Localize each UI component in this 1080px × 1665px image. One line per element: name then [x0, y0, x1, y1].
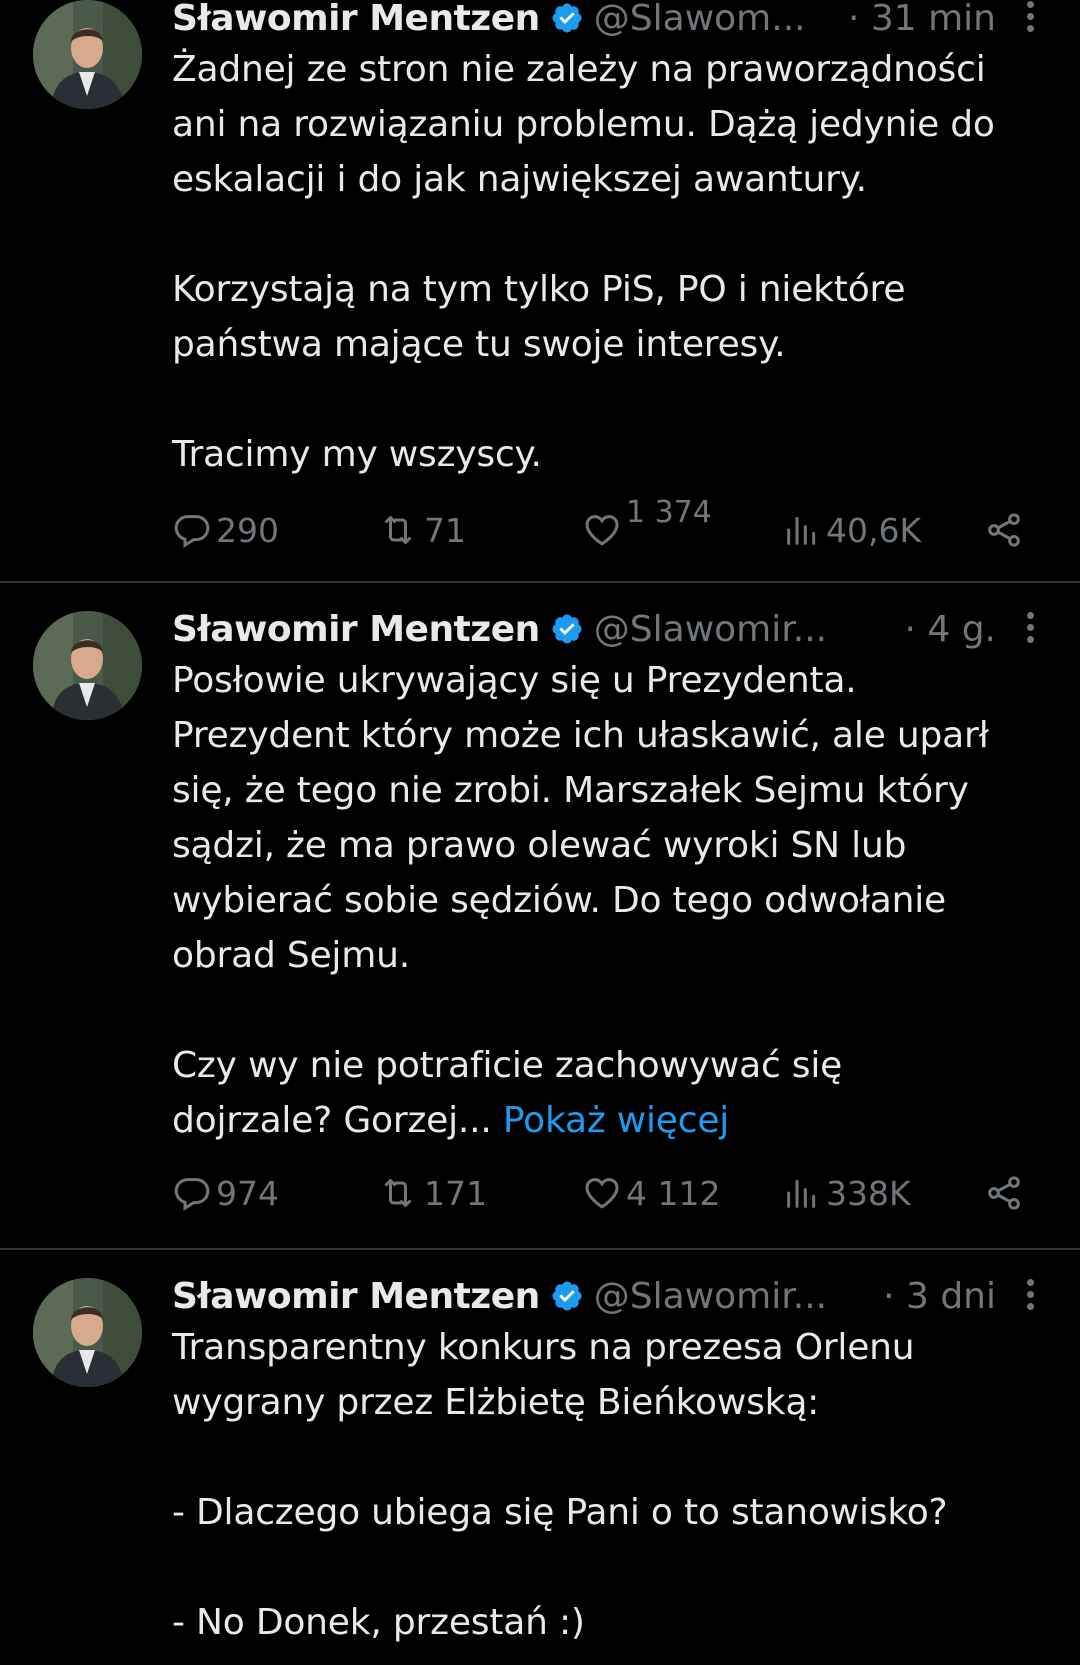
tweet-text[interactable]: Transparentny konkurs na prezesa Orlenu … [172, 1320, 1052, 1650]
tweet[interactable]: Sławomir Mentzen @Slawomir... · 4 g. Pos… [0, 583, 1080, 1250]
like-button[interactable]: 1 374 [582, 495, 712, 550]
retweet-count: 171 [424, 1173, 487, 1213]
views-count: 338K [826, 1173, 911, 1213]
comment-bubble-icon [174, 515, 210, 548]
tweet-text[interactable]: Posłowie ukrywający się u Prezydenta. Pr… [172, 653, 1052, 1148]
bar-chart-icon [787, 1179, 816, 1208]
tweet-text-content: Żadnej ze stron nie zależy na praworządn… [172, 49, 995, 475]
timeline-feed: Sławomir Mentzen @Slawom... · 31 min Żad… [0, 0, 1080, 1665]
author-name[interactable]: Sławomir Mentzen [172, 0, 540, 39]
more-options-icon[interactable] [1020, 0, 1040, 38]
like-button[interactable]: 4 112 [582, 1173, 720, 1213]
tweet-timestamp[interactable]: · 4 g. [888, 609, 1040, 650]
verified-badge-icon [552, 1281, 582, 1311]
like-count: 4 112 [626, 1173, 721, 1213]
verified-badge-icon [552, 614, 582, 644]
show-more-link[interactable]: Pokaż więcej [503, 1100, 729, 1141]
tweet-timestamp[interactable]: · 31 min [832, 0, 1040, 39]
avatar[interactable] [33, 0, 142, 109]
reply-button[interactable]: 974 [172, 1173, 279, 1213]
tweet-header: Sławomir Mentzen @Slawomir... · 4 g. [172, 607, 1040, 651]
retweet-button[interactable]: 171 [376, 1173, 487, 1213]
retweet-button[interactable]: 71 [376, 510, 466, 550]
heart-icon [585, 1178, 619, 1209]
reply-count: 290 [216, 510, 279, 550]
tweet-text[interactable]: Żadnej ze stron nie zależy na praworządn… [172, 42, 1052, 482]
like-count: 1 374 [626, 494, 712, 530]
author-name[interactable]: Sławomir Mentzen [172, 609, 540, 650]
retweet-icon [384, 1179, 412, 1207]
tweet-header: Sławomir Mentzen @Slawomir... · 3 dni [172, 1274, 1040, 1318]
avatar[interactable] [33, 611, 142, 720]
tweet-text-content: Transparentny konkurs na prezesa Orlenu … [172, 1327, 948, 1643]
tweet-header: Sławomir Mentzen @Slawom... · 31 min [172, 0, 1040, 40]
heart-icon [585, 515, 619, 546]
author-handle[interactable]: @Slawomir... [594, 609, 827, 650]
author-handle[interactable]: @Slawomir... [594, 1276, 827, 1317]
share-icon [988, 513, 1020, 547]
views-count: 40,6K [826, 510, 922, 550]
retweet-count: 71 [424, 510, 466, 550]
views-button[interactable]: 338K [782, 1173, 911, 1213]
avatar[interactable] [33, 1278, 142, 1387]
comment-bubble-icon [174, 1178, 210, 1211]
retweet-icon [384, 516, 412, 544]
reply-count: 974 [216, 1173, 279, 1213]
author-name[interactable]: Sławomir Mentzen [172, 1276, 540, 1317]
reply-button[interactable]: 290 [172, 510, 279, 550]
share-button[interactable] [984, 510, 1024, 550]
share-button[interactable] [984, 1173, 1024, 1213]
bar-chart-icon [787, 516, 816, 545]
tweet-text-content: Posłowie ukrywający się u Prezydenta. Pr… [172, 660, 989, 1141]
verified-badge-icon [552, 3, 582, 33]
tweet[interactable]: Sławomir Mentzen @Slawom... · 31 min Żad… [0, 0, 1080, 583]
author-handle[interactable]: @Slawom... [594, 0, 806, 39]
more-options-icon[interactable] [1020, 609, 1040, 649]
share-icon [988, 1176, 1020, 1210]
tweet-timestamp[interactable]: · 3 dni [867, 1276, 1040, 1317]
tweet-actions: 974 171 4 112 338K [172, 1173, 1032, 1217]
tweet[interactable]: Sławomir Mentzen @Slawomir... · 3 dni Tr… [0, 1250, 1080, 1665]
views-button[interactable]: 40,6K [782, 510, 921, 550]
tweet-actions: 290 71 1 374 40,6K [172, 495, 1032, 554]
more-options-icon[interactable] [1020, 1276, 1040, 1316]
